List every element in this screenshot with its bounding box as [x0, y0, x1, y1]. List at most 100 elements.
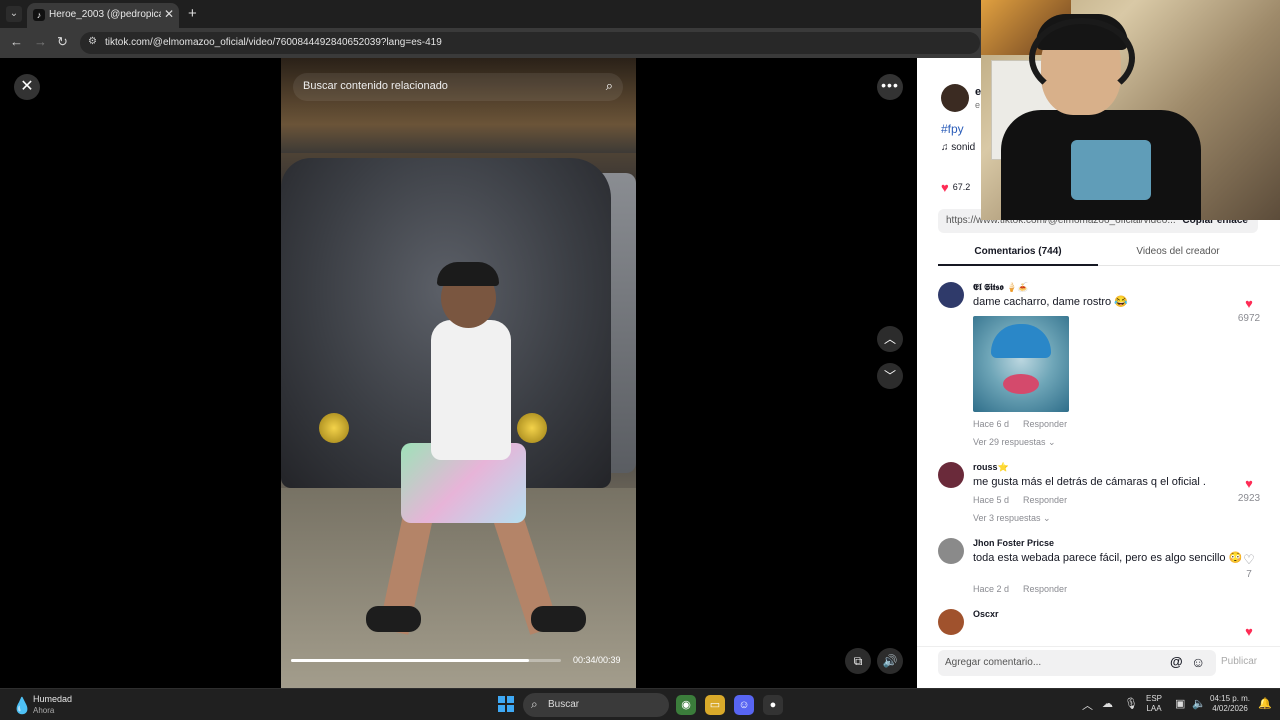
picture-in-picture-icon[interactable]: ⧉	[845, 648, 871, 674]
microphone-icon[interactable]: 🎙	[1124, 697, 1138, 710]
reply-button[interactable]: Responder	[1023, 584, 1067, 594]
reply-button[interactable]: Responder	[1023, 495, 1067, 505]
like-button[interactable]: ♥ 67.2	[941, 180, 970, 195]
mention-icon[interactable]: @	[1170, 654, 1183, 669]
video-viewer: ✕ ••• ︿ ﹀ Buscar contenido relacionado ⌕…	[0, 58, 917, 688]
url-text: tiktok.com/@elmomazoo_oficial/video/7600…	[105, 37, 442, 48]
comment-placeholder: Agregar comentario...	[945, 657, 1042, 668]
like-count: 67.2	[952, 181, 971, 192]
tab-creator-videos[interactable]: Videos del creador	[1098, 246, 1258, 257]
comment-input[interactable]: Agregar comentario... @ ☺	[938, 650, 1216, 676]
comment-meta: Hace 5 d Responder	[973, 495, 1081, 505]
comment-like-button[interactable]: ♥ 2923	[1234, 476, 1264, 505]
discord-icon[interactable]: ☺	[734, 695, 754, 715]
heart-icon: ♥	[1245, 476, 1253, 491]
taskbar-search-placeholder: Buscar	[548, 699, 580, 710]
comment-item: 𝕰𝖑 𝕾𝖎𝖙𝖘𝖔 🍦🍝 dame cacharro, dame rostro 😂…	[938, 282, 1268, 452]
webcam-shirt-print	[1071, 140, 1151, 200]
related-search-input[interactable]: Buscar contenido relacionado ⌕	[293, 73, 623, 101]
panel-tabs: Comentarios (744) Videos del creador	[938, 240, 1280, 266]
browser-tab-active[interactable]: ♪ Heroe_2003 (@pedropicamierd ✕	[27, 3, 179, 28]
comment-like-count: 6972	[1237, 313, 1261, 324]
back-arrow-icon[interactable]: ←	[10, 34, 23, 49]
view-replies-button[interactable]: Ver 29 respuestas ⌄	[973, 437, 1056, 448]
volume-icon[interactable]: 🔊	[877, 648, 903, 674]
taskbar-search[interactable]: ⌕ Buscar	[523, 693, 669, 717]
close-tab-icon[interactable]: ✕	[164, 7, 174, 21]
webcam-overlay	[981, 0, 1280, 220]
comment-item: Jhon Foster Pricse toda esta webada pare…	[938, 538, 1268, 598]
comment-item: rouss⭐ me gusta más el detrás de cámaras…	[938, 462, 1268, 532]
close-video-button[interactable]: ✕	[14, 74, 40, 100]
author-avatar[interactable]	[941, 84, 969, 112]
tab-title: Heroe_2003 (@pedropicamierd	[49, 9, 161, 20]
tray-expand-chevron-icon[interactable]: ︿	[1082, 697, 1093, 713]
comment-like-button[interactable]: ♡ 7	[1234, 552, 1264, 581]
comment-composer: Agregar comentario... @ ☺ Publicar	[917, 646, 1280, 688]
network-icon[interactable]: ▣	[1175, 697, 1185, 710]
comment-meta: Hace 2 d Responder	[973, 584, 1081, 594]
commenter-avatar[interactable]	[938, 462, 964, 488]
video-time: 00:34/00:39	[573, 655, 621, 665]
search-icon[interactable]: ⌕	[606, 78, 613, 94]
next-video-chevron-down-icon[interactable]: ﹀	[877, 363, 903, 389]
tab-list-chevron-icon[interactable]: ⌄	[6, 6, 22, 22]
address-bar[interactable]: ⚙ tiktok.com/@elmomazoo_oficial/video/76…	[80, 32, 980, 54]
comment-like-count: 2923	[1237, 493, 1261, 504]
weather-title[interactable]: Humedad	[33, 694, 72, 704]
video-scene-fog-light	[319, 413, 349, 443]
heart-outline-icon: ♡	[1243, 552, 1255, 567]
view-replies-button[interactable]: Ver 3 respuestas ⌄	[973, 513, 1051, 524]
chrome-icon[interactable]: ◉	[676, 695, 696, 715]
commenter-name[interactable]: 𝕰𝖑 𝕾𝖎𝖙𝖘𝖔 🍦🍝	[973, 282, 1029, 293]
music-link[interactable]: ♫ sonid	[941, 142, 975, 153]
notification-bell-icon[interactable]: 🔔	[1258, 697, 1272, 710]
comment-sticker-image[interactable]	[973, 316, 1069, 412]
video-scene-dancer-shoe	[531, 606, 586, 632]
more-options-icon[interactable]: •••	[877, 74, 903, 100]
commenter-name[interactable]: Jhon Foster Pricse	[973, 538, 1054, 548]
video-scene-dancer-shirt	[431, 320, 511, 460]
tab-comments[interactable]: Comentarios (744)	[938, 246, 1098, 257]
commenter-avatar[interactable]	[938, 282, 964, 308]
comment-text: dame cacharro, dame rostro 😂	[973, 296, 1128, 308]
music-note-icon: ♫	[941, 142, 952, 153]
humidity-drop-icon[interactable]: 💧	[12, 696, 32, 716]
previous-video-chevron-up-icon[interactable]: ︿	[877, 326, 903, 352]
cloud-icon[interactable]: ☁	[1102, 697, 1113, 710]
commenter-avatar[interactable]	[938, 609, 964, 635]
video-player[interactable]: Buscar contenido relacionado ⌕ 00:34/00:…	[281, 58, 636, 688]
comment-like-button[interactable]: ♥	[1234, 625, 1264, 639]
heart-icon: ♥	[1245, 296, 1253, 311]
commenter-name[interactable]: Oscxr	[973, 609, 999, 619]
forward-arrow-icon[interactable]: →	[34, 34, 47, 49]
comment-like-button[interactable]: ♥ 6972	[1234, 296, 1264, 325]
hashtag-link[interactable]: #fpy	[941, 122, 964, 136]
video-scene-dancer-shoe	[366, 606, 421, 632]
speaker-icon[interactable]: 🔈	[1192, 697, 1206, 710]
publish-button[interactable]: Publicar	[1221, 656, 1257, 667]
video-progress-bar[interactable]	[291, 659, 561, 662]
search-icon: ⌕	[531, 697, 538, 711]
commenter-name[interactable]: rouss⭐	[973, 462, 1009, 473]
comment-time: Hace 2 d	[973, 584, 1010, 594]
reload-icon[interactable]: ↻	[57, 34, 68, 50]
system-clock[interactable]: 04:15 p. m. 4/02/2026	[1210, 694, 1250, 714]
comment-like-count: 7	[1246, 569, 1252, 580]
reply-button[interactable]: Responder	[1023, 419, 1067, 429]
sticker-helmet	[991, 324, 1051, 358]
comment-item: Oscxr ♥	[938, 609, 1268, 639]
language-indicator[interactable]: ESP LAA	[1146, 694, 1162, 714]
comment-time: Hace 5 d	[973, 495, 1010, 505]
heart-icon: ♥	[1245, 624, 1253, 639]
author-handle: e	[975, 100, 981, 110]
comment-meta: Hace 6 d Responder	[973, 419, 1081, 429]
emoji-icon[interactable]: ☺	[1191, 654, 1205, 670]
commenter-avatar[interactable]	[938, 538, 964, 564]
obs-icon[interactable]: ●	[763, 695, 783, 715]
new-tab-button[interactable]: +	[188, 5, 197, 22]
windows-start-icon[interactable]	[498, 696, 514, 712]
site-info-icon[interactable]: ⚙	[88, 36, 97, 47]
file-explorer-icon[interactable]: ▭	[705, 695, 725, 715]
comment-text: toda esta webada parece fácil, pero es a…	[973, 552, 1243, 564]
